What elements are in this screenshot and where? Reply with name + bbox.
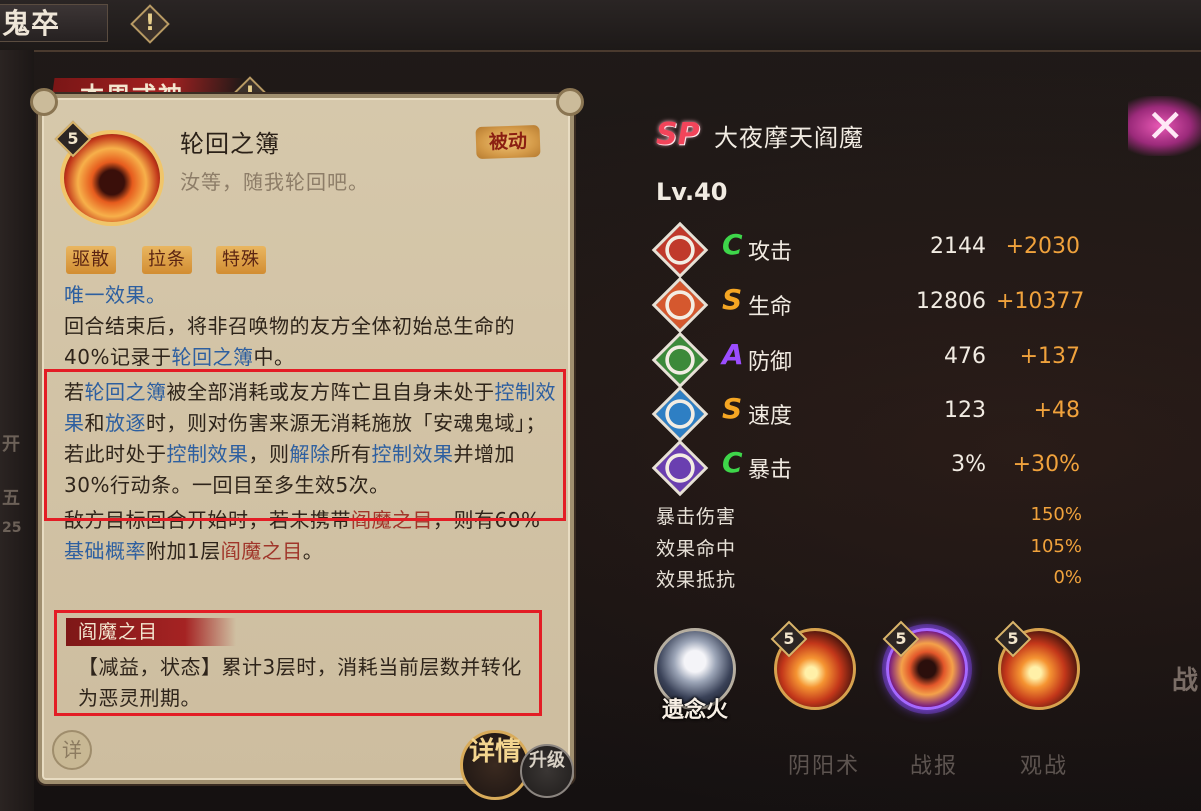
stat-base-value: 476 xyxy=(944,344,986,369)
crit-icon xyxy=(651,439,709,497)
stat-base-value: 3% xyxy=(951,452,986,477)
keyword[interactable]: 基础概率 xyxy=(64,539,146,563)
sub-stat-label: 效果抵抗 xyxy=(656,569,737,591)
stat-grade: S xyxy=(722,392,743,425)
stat-row-defense: A 防御 476 +137 xyxy=(651,331,1096,389)
sub-stat-label: 效果命中 xyxy=(656,538,737,560)
sub-stat-value: 0% xyxy=(1053,567,1082,588)
tab-upgrade[interactable]: 升级 xyxy=(520,744,574,798)
tab-cluster: 详情 升级 xyxy=(440,718,610,811)
stat-label: 防御 xyxy=(748,350,793,375)
stat-label: 生命 xyxy=(748,295,793,320)
stat-base-value: 123 xyxy=(944,398,986,423)
sub-stat-label: 暴击伤害 xyxy=(656,506,737,528)
bottom-tab-spectate[interactable]: 观战 xyxy=(1020,748,1068,780)
desc-line: 唯一效果。 xyxy=(64,283,167,307)
top-bar: 鬼卒 ! xyxy=(0,0,1201,52)
bottom-tab-battle-report[interactable]: 战报 xyxy=(910,748,958,780)
stat-grade: S xyxy=(722,283,743,316)
skill-type-badge: 被动 xyxy=(475,124,541,160)
stat-grade: A xyxy=(722,338,744,371)
stat-row-crit: C 暴击 3% +30% xyxy=(651,439,1096,497)
stat-bonus-value: +48 xyxy=(1033,398,1080,423)
shikigami-name: 大夜摩天阎魔 xyxy=(714,124,864,152)
shikigami-level: Lv.40 xyxy=(656,178,728,206)
skill-level: 5 xyxy=(783,629,795,648)
stat-label: 攻击 xyxy=(748,240,793,265)
obscured-text: 战 xyxy=(1172,666,1199,696)
alert-icon-glyph: ! xyxy=(144,11,156,36)
sub-stat-crit-damage: 暴击伤害 150% xyxy=(656,502,1082,530)
hp-icon xyxy=(651,276,709,334)
obscured-text: 25 xyxy=(2,520,22,536)
stat-base-value: 2144 xyxy=(930,234,986,259)
corner-ornament xyxy=(30,88,58,116)
left-side-strip: 开 五 25 xyxy=(0,50,34,811)
stat-label: 速度 xyxy=(748,404,793,429)
stat-bonus-value: +2030 xyxy=(1005,234,1080,259)
skill-level: 5 xyxy=(895,629,907,648)
stat-row-speed: S 速度 123 +48 xyxy=(651,385,1096,443)
sub-stat-value: 150% xyxy=(1030,504,1082,525)
attack-icon xyxy=(651,221,709,279)
highlight-box xyxy=(44,369,566,521)
obscured-text: 开 xyxy=(2,434,20,455)
rarity-badge: SP xyxy=(656,117,700,152)
keyword[interactable]: 轮回之簿 xyxy=(171,345,253,369)
skill-tag: 拉条 xyxy=(142,246,192,274)
skill-quote: 汝等，随我轮回吧。 xyxy=(180,170,369,194)
stat-base-value: 12806 xyxy=(916,289,986,314)
stat-grade: C xyxy=(722,228,743,261)
skill-tag: 驱散 xyxy=(66,246,116,274)
skill-level: 5 xyxy=(67,129,79,148)
stat-grade: C xyxy=(722,446,743,479)
highlight-box xyxy=(54,610,542,716)
bottom-tab-onmyoji[interactable]: 阴阳术 xyxy=(788,748,860,780)
detail-button[interactable]: 详 xyxy=(52,730,92,770)
stat-row-attack: C 攻击 2144 +2030 xyxy=(651,221,1096,279)
soul-label: 遗念火 xyxy=(661,698,728,723)
defense-icon xyxy=(651,331,709,389)
desc-paragraph: 回合结束后，将非召唤物的友方全体初始总生命的40%记录于轮回之簿中。 xyxy=(64,314,515,369)
speed-icon xyxy=(651,385,709,443)
close-icon[interactable]: ✕ xyxy=(1146,96,1185,156)
stat-bonus-value: +10377 xyxy=(996,289,1085,314)
stat-bonus-value: +30% xyxy=(1012,452,1080,477)
corner-ornament xyxy=(556,88,584,116)
stat-row-hp: S 生命 12806 +10377 xyxy=(651,276,1096,334)
stat-bonus-value: +137 xyxy=(1019,344,1080,369)
page-title: 鬼卒 xyxy=(0,4,108,42)
obscured-text: 五 xyxy=(2,488,20,509)
skill-level: 5 xyxy=(1007,629,1019,648)
skill-name: 轮回之簿 xyxy=(180,130,280,158)
keyword[interactable]: 阎魔之目 xyxy=(221,539,303,563)
sub-stat-value: 105% xyxy=(1030,536,1082,557)
sub-stat-effect-resist: 效果抵抗 0% xyxy=(656,565,1082,593)
sub-stat-effect-hit: 效果命中 105% xyxy=(656,534,1082,562)
skill-tag: 特殊 xyxy=(216,246,266,274)
stat-label: 暴击 xyxy=(748,458,793,483)
